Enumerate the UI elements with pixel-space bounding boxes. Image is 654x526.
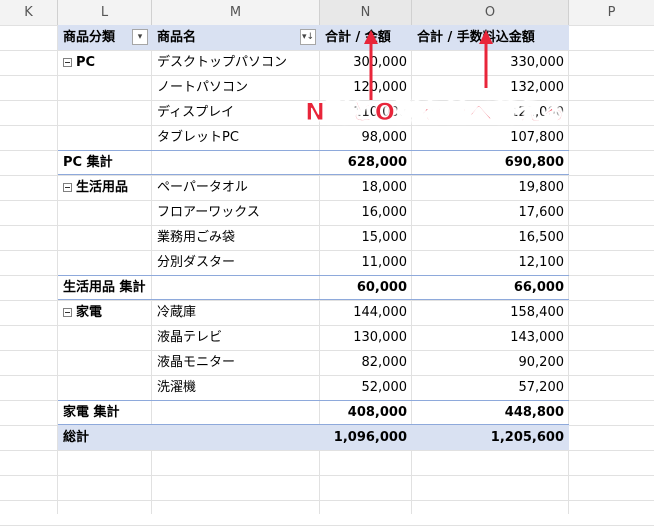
- arrow-to-column-o: [479, 30, 493, 88]
- annotation-arrows: [364, 30, 493, 100]
- annotation-text: N列とO列を並べ替える: [304, 98, 567, 127]
- arrow-to-column-n: [364, 30, 378, 100]
